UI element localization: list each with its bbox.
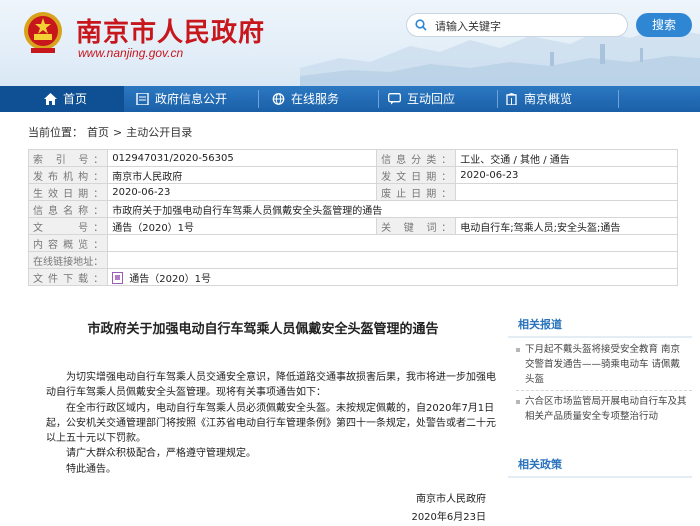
document-info-table: 索 引 号： 012947031/2020-56305 信息分类： 工业、交通 … — [27, 149, 678, 286]
nav-item-nanjing-overview[interactable]: 南京概览 — [505, 86, 572, 112]
nav-divider — [618, 90, 619, 108]
nav-divider — [497, 90, 498, 108]
file-icon — [112, 271, 124, 284]
related-news-list: 下月起不戴头盔将接受安全教育 南京交警首发通告——骑乘电动车 请佩戴头盔 六合区… — [516, 342, 692, 424]
nav-label: 首页 — [63, 92, 88, 106]
file-download-cell: 通告（2020）1号 — [107, 268, 678, 286]
info-name-label: 信息名称： — [27, 200, 109, 218]
article-paragraph: 特此通告。 — [66, 463, 116, 475]
overview-label: 内容概览： — [27, 234, 109, 252]
doc-number-value: 通告（2020）1号 — [107, 217, 378, 235]
globe-icon — [272, 93, 285, 105]
nav-label: 南京概览 — [524, 92, 573, 106]
file-download-label: 文件下载： — [27, 268, 109, 286]
breadcrumb-prefix: 当前位置： — [28, 126, 83, 139]
article-paragraph: 为切实增强电动自行车驾乘人员交通安全意识，降低道路交通事故损害后果，我市将进一步… — [46, 372, 496, 399]
publisher-label: 发布机构： — [27, 166, 109, 184]
main-nav: 首页 政府信息公开 在线服务 互动回应 南京概览 — [0, 86, 700, 112]
file-download-link[interactable]: 通告（2020）1号 — [129, 274, 211, 285]
related-policy-title: 相关政策 — [518, 458, 562, 471]
pubdate-value: 2020-06-23 — [455, 166, 678, 184]
online-link-value — [107, 251, 678, 269]
search-button[interactable]: 搜索 — [636, 13, 692, 37]
home-icon — [44, 93, 57, 105]
national-emblem-logo — [24, 12, 62, 53]
nav-item-interaction[interactable]: 互动回应 — [388, 86, 455, 112]
overview-value — [107, 234, 678, 252]
nav-label: 政府信息公开 — [155, 92, 228, 106]
site-header: 南京市人民政府 www.nanjing.gov.cn 搜索 — [0, 0, 700, 86]
category-label: 信息分类： — [376, 149, 457, 167]
article-body: 为切实增强电动自行车驾乘人员交通安全意识，降低道路交通事故损害后果，我市将进一步… — [46, 370, 500, 477]
nav-label: 互动回应 — [407, 92, 456, 106]
pubdate-label: 发文日期： — [376, 166, 457, 184]
article-paragraph: 请广大群众积极配合，严格遵守管理规定。 — [66, 448, 256, 460]
effective-date-label: 生效日期： — [27, 183, 109, 201]
doc-number-label: 文 号： — [27, 217, 109, 235]
search-icon — [415, 19, 427, 31]
nav-item-home[interactable]: 首页 — [0, 86, 124, 112]
breadcrumb-item-catalog[interactable]: 主动公开目录 — [126, 126, 192, 139]
breadcrumb-item-home[interactable]: 首页 — [87, 126, 109, 139]
breadcrumb: 当前位置： 首页 > 主动公开目录 — [28, 124, 196, 140]
keywords-label: 关 键 词： — [376, 217, 457, 235]
nav-divider — [258, 90, 259, 108]
section-divider — [508, 476, 692, 478]
article-paragraph: 在全市行政区域内，电动自行车驾乘人员必须佩戴安全头盔。未按规定佩戴的，自2020… — [46, 402, 496, 445]
expiry-date-label: 废止日期： — [376, 183, 457, 201]
effective-date-value: 2020-06-23 — [107, 183, 378, 201]
document-icon — [136, 93, 149, 105]
related-news-item[interactable]: 六合区市场监管局开展电动自行车及其相关产品质量安全专项整治行动 — [516, 394, 688, 424]
nav-item-online-service[interactable]: 在线服务 — [272, 86, 339, 112]
article-title: 市政府关于加强电动自行车驾乘人员佩戴安全头盔管理的通告 — [87, 322, 439, 337]
chat-icon — [388, 93, 401, 105]
info-name-value: 市政府关于加强电动自行车驾乘人员佩戴安全头盔管理的通告 — [107, 200, 678, 218]
site-url: www.nanjing.gov.cn — [78, 46, 184, 60]
search-input[interactable] — [433, 17, 627, 35]
article-signer: 南京市人民政府 — [416, 494, 486, 505]
related-news-title: 相关报道 — [518, 318, 562, 331]
category-value: 工业、交通 / 其他 / 通告 — [455, 149, 678, 167]
keywords-value: 电动自行车;驾乘人员;安全头盔;通告 — [455, 217, 678, 235]
breadcrumb-separator: > — [113, 126, 123, 139]
nav-item-gov-info[interactable]: 政府信息公开 — [136, 86, 227, 112]
site-title[interactable]: 南京市人民政府 — [76, 12, 265, 49]
nav-divider — [378, 90, 379, 108]
building-icon — [506, 93, 517, 105]
expiry-date-value — [455, 183, 678, 201]
article-date: 2020年6月23日 — [411, 512, 486, 523]
related-news-item[interactable]: 下月起不戴头盔将接受安全教育 南京交警首发通告——骑乘电动车 请佩戴头盔 — [516, 342, 688, 387]
item-divider — [516, 390, 692, 391]
nav-label: 在线服务 — [291, 92, 340, 106]
section-divider — [508, 336, 692, 338]
publisher-value: 南京市人民政府 — [107, 166, 378, 184]
search-box — [406, 13, 628, 37]
index-value: 012947031/2020-56305 — [107, 149, 378, 167]
index-label: 索 引 号： — [27, 149, 109, 167]
online-link-label: 在线链接地址： — [27, 251, 109, 269]
